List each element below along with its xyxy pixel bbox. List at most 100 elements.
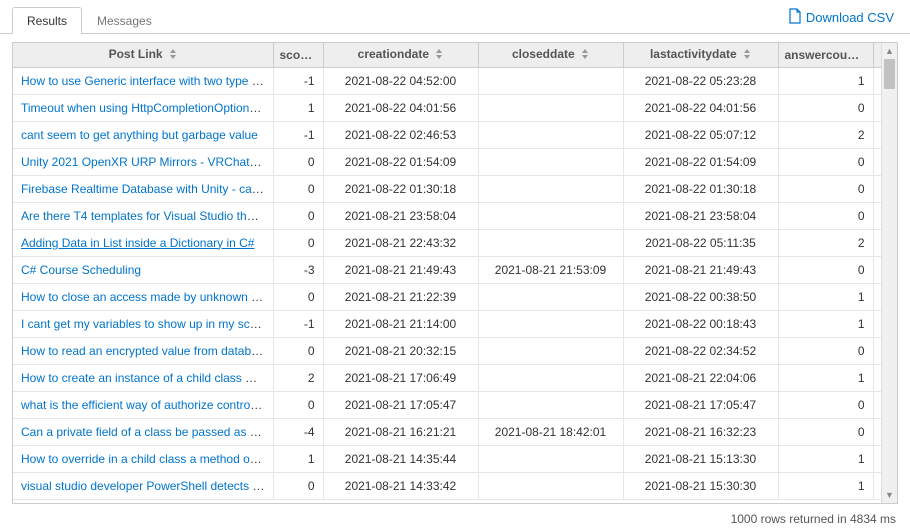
cell-pad	[873, 256, 881, 283]
post-link[interactable]: Are there T4 templates for Visual Studio…	[21, 209, 272, 223]
cell-postlink: C# Course Scheduling	[13, 256, 273, 283]
cell-creationdate: 2021-08-21 22:43:32	[323, 229, 478, 256]
cell-creationdate: 2021-08-21 14:33:42	[323, 472, 478, 499]
table-row: How to close an access made by unknown p…	[13, 283, 881, 310]
cell-pad	[873, 121, 881, 148]
cell-creationdate: 2021-08-21 23:58:04	[323, 202, 478, 229]
cell-answercount: 2	[778, 229, 873, 256]
post-link[interactable]: How to override in a child class a metho…	[21, 452, 273, 466]
cell-pad	[873, 175, 881, 202]
cell-answercount: 0	[778, 94, 873, 121]
post-link[interactable]: How to create an instance of a child cla…	[21, 371, 272, 385]
table-row: cant seem to get anything but garbage va…	[13, 121, 881, 148]
cell-pad	[873, 67, 881, 94]
cell-closeddate	[478, 391, 623, 418]
cell-postlink: Firebase Realtime Database with Unity - …	[13, 175, 273, 202]
cell-postlink: Unity 2021 OpenXR URP Mirrors - VRChat S…	[13, 148, 273, 175]
cell-pad	[873, 364, 881, 391]
table-row: Adding Data in List inside a Dictionary …	[13, 229, 881, 256]
scroll-thumb[interactable]	[884, 59, 895, 89]
cell-lastactivitydate: 2021-08-22 04:01:56	[623, 94, 778, 121]
post-link[interactable]: How to read an encrypted value from data…	[21, 344, 270, 358]
table-row: How to create an instance of a child cla…	[13, 364, 881, 391]
sort-icon	[581, 48, 589, 62]
cell-creationdate: 2021-08-21 17:06:49	[323, 364, 478, 391]
file-icon	[788, 8, 802, 27]
cell-postlink: How to create an instance of a child cla…	[13, 364, 273, 391]
table-row: I cant get my variables to show up in my…	[13, 310, 881, 337]
cell-score: -1	[273, 67, 323, 94]
cell-score: 0	[273, 283, 323, 310]
post-link[interactable]: cant seem to get anything but garbage va…	[21, 128, 258, 142]
col-header-answercount[interactable]: answercoun…	[778, 43, 873, 67]
col-header-lastactivitydate[interactable]: lastactivitydate	[623, 43, 778, 67]
table-row: Unity 2021 OpenXR URP Mirrors - VRChat S…	[13, 148, 881, 175]
post-link[interactable]: Adding Data in List inside a Dictionary …	[21, 236, 254, 250]
post-link[interactable]: How to close an access made by unknown p…	[21, 290, 273, 304]
cell-creationdate: 2021-08-22 04:52:00	[323, 67, 478, 94]
cell-closeddate: 2021-08-21 18:42:01	[478, 418, 623, 445]
tab-results[interactable]: Results	[12, 7, 82, 34]
cell-score: 1	[273, 94, 323, 121]
col-header-score[interactable]: scor…	[273, 43, 323, 67]
col-header-postlink[interactable]: Post Link	[13, 43, 273, 67]
scroll-down-button[interactable]: ▼	[882, 487, 897, 503]
col-header-label: closeddate	[512, 47, 575, 61]
tab-messages[interactable]: Messages	[82, 7, 167, 34]
cell-lastactivitydate: 2021-08-22 01:54:09	[623, 148, 778, 175]
cell-lastactivitydate: 2021-08-21 22:04:06	[623, 364, 778, 391]
col-header-pad	[873, 43, 881, 67]
post-link[interactable]: Timeout when using HttpCompletionOption.…	[21, 101, 273, 115]
post-link[interactable]: Can a private field of a class be passed…	[21, 425, 272, 439]
sort-icon	[435, 48, 443, 62]
post-link[interactable]: How to use Generic interface with two ty…	[21, 74, 273, 88]
col-header-label: lastactivitydate	[650, 47, 737, 61]
cell-closeddate	[478, 337, 623, 364]
cell-score: 0	[273, 202, 323, 229]
cell-closeddate	[478, 121, 623, 148]
cell-answercount: 0	[778, 418, 873, 445]
scroll-up-button[interactable]: ▲	[882, 43, 897, 59]
vertical-scrollbar[interactable]: ▲ ▼	[881, 43, 897, 503]
col-header-creationdate[interactable]: creationdate	[323, 43, 478, 67]
cell-pad	[873, 418, 881, 445]
table-row: How to override in a child class a metho…	[13, 445, 881, 472]
cell-pad	[873, 94, 881, 121]
cell-answercount: 0	[778, 256, 873, 283]
cell-closeddate	[478, 202, 623, 229]
cell-postlink: How to read an encrypted value from data…	[13, 337, 273, 364]
cell-creationdate: 2021-08-21 21:49:43	[323, 256, 478, 283]
cell-answercount: 0	[778, 391, 873, 418]
cell-lastactivitydate: 2021-08-21 17:05:47	[623, 391, 778, 418]
cell-answercount: 2	[778, 121, 873, 148]
results-table-container: Post Link scor… creationdate closeddate …	[12, 42, 898, 504]
cell-creationdate: 2021-08-22 04:01:56	[323, 94, 478, 121]
cell-pad	[873, 472, 881, 499]
cell-lastactivitydate: 2021-08-21 15:30:30	[623, 472, 778, 499]
post-link[interactable]: C# Course Scheduling	[21, 263, 141, 277]
tab-bar: Results Messages Download CSV	[0, 0, 910, 34]
cell-score: 0	[273, 229, 323, 256]
cell-creationdate: 2021-08-21 16:21:21	[323, 418, 478, 445]
col-header-closeddate[interactable]: closeddate	[478, 43, 623, 67]
post-link[interactable]: I cant get my variables to show up in my…	[21, 317, 273, 331]
results-table: Post Link scor… creationdate closeddate …	[13, 43, 881, 500]
cell-postlink: How to override in a child class a metho…	[13, 445, 273, 472]
post-link[interactable]: visual studio developer PowerShell detec…	[21, 479, 271, 493]
table-row: visual studio developer PowerShell detec…	[13, 472, 881, 499]
cell-postlink: Timeout when using HttpCompletionOption.…	[13, 94, 273, 121]
cell-creationdate: 2021-08-21 20:32:15	[323, 337, 478, 364]
cell-score: -3	[273, 256, 323, 283]
cell-closeddate	[478, 283, 623, 310]
download-csv-link[interactable]: Download CSV	[788, 8, 894, 27]
post-link[interactable]: what is the efficient way of authorize c…	[21, 398, 273, 412]
cell-postlink: How to use Generic interface with two ty…	[13, 67, 273, 94]
cell-score: 2	[273, 364, 323, 391]
post-link[interactable]: Unity 2021 OpenXR URP Mirrors - VRChat S…	[21, 155, 273, 169]
cell-score: 0	[273, 148, 323, 175]
cell-closeddate	[478, 472, 623, 499]
cell-pad	[873, 445, 881, 472]
cell-creationdate: 2021-08-21 17:05:47	[323, 391, 478, 418]
post-link[interactable]: Firebase Realtime Database with Unity - …	[21, 182, 273, 196]
cell-lastactivitydate: 2021-08-22 05:11:35	[623, 229, 778, 256]
